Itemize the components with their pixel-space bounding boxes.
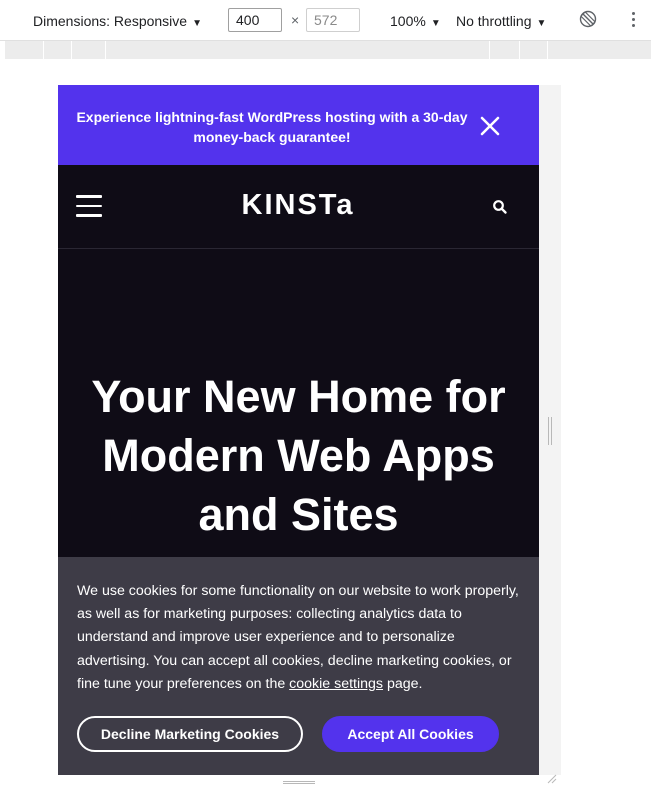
cookie-text-end: page. <box>383 675 423 692</box>
more-options-icon[interactable] <box>628 9 638 31</box>
times-separator: × <box>291 12 300 28</box>
promo-text: Experience lightning-fast WordPress host… <box>76 109 468 145</box>
close-icon[interactable] <box>479 115 501 137</box>
cookie-consent-panel: We use cookies for some functionality on… <box>58 557 539 775</box>
cookie-text: We use cookies for some functionality on… <box>77 580 522 696</box>
hero-title: Your New Home for Modern Web Apps and Si… <box>91 371 506 540</box>
zoom-dropdown[interactable]: 100% ▼ <box>390 13 441 29</box>
site-header: KINSTa <box>58 165 539 249</box>
promo-banner: Experience lightning-fast WordPress host… <box>58 85 539 165</box>
dimensions-label: Dimensions: Responsive <box>33 13 188 29</box>
chevron-down-icon: ▼ <box>192 18 202 29</box>
devtools-toolbar: Dimensions: Responsive ▼ 400 × 572 100% ▼ … <box>0 0 651 41</box>
accept-all-cookies-button[interactable]: Accept All Cookies <box>322 716 499 752</box>
bottom-resize-handle[interactable] <box>283 781 315 784</box>
dimensions-dropdown[interactable]: Dimensions: Responsive ▼ <box>33 13 202 29</box>
hamburger-menu-icon[interactable] <box>76 195 102 217</box>
decline-marketing-cookies-button[interactable]: Decline Marketing Cookies <box>77 716 303 752</box>
corner-resize-icon[interactable] <box>547 774 557 784</box>
rotate-icon[interactable] <box>578 9 598 29</box>
search-icon[interactable] <box>492 199 508 215</box>
resize-grip-icon[interactable] <box>548 417 552 445</box>
device-viewport: Experience lightning-fast WordPress host… <box>58 85 539 775</box>
zoom-label: 100% <box>390 13 426 29</box>
width-input[interactable]: 400 <box>228 8 282 32</box>
kinsta-logo[interactable]: KINSTa <box>218 189 378 222</box>
chevron-down-icon: ▼ <box>536 18 547 29</box>
media-query-bar[interactable] <box>5 41 651 59</box>
throttle-dropdown[interactable]: No throttling ▼ <box>456 13 546 29</box>
height-input[interactable]: 572 <box>306 8 360 32</box>
cookie-settings-link[interactable]: cookie settings <box>289 676 383 692</box>
chevron-down-icon: ▼ <box>430 18 441 29</box>
throttle-label: No throttling <box>456 13 532 29</box>
